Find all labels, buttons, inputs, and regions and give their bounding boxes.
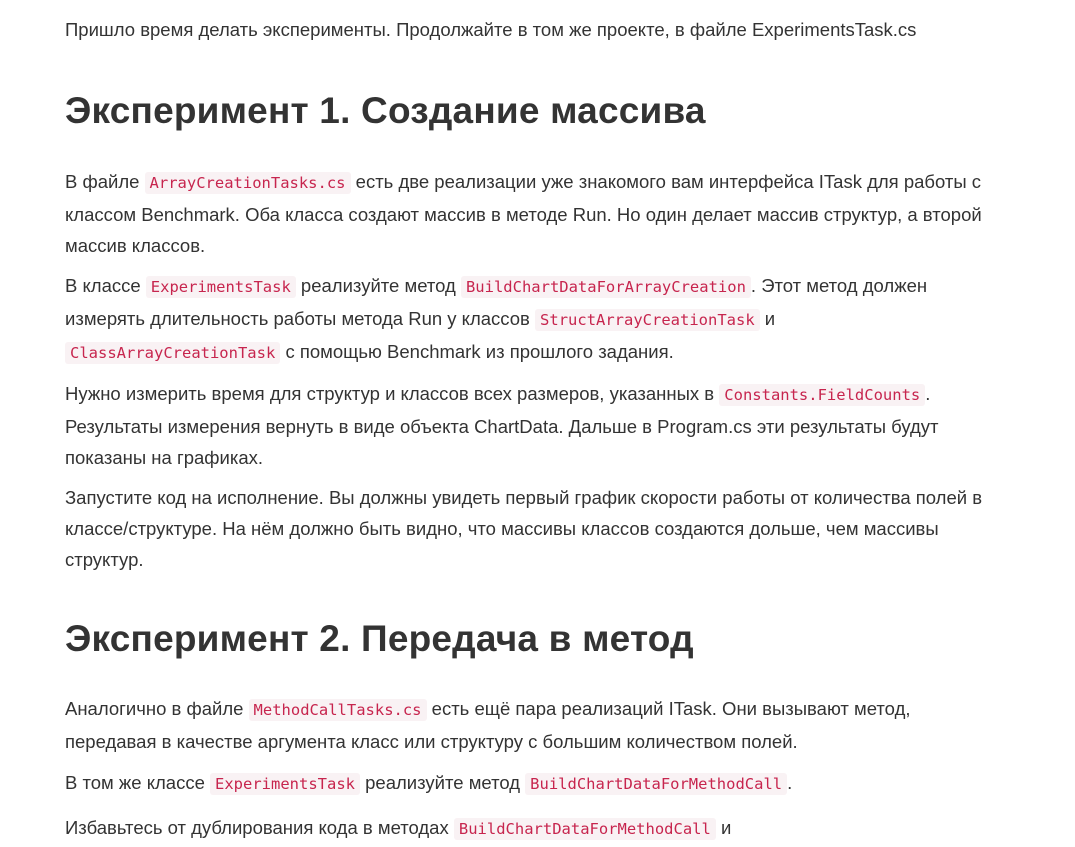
text-segment: Избавьтесь от дублирования кода в метода… <box>65 817 454 838</box>
text-segment: с помощью Benchmark из прошлого задания. <box>280 341 674 362</box>
text-segment: реализуйте метод <box>295 275 461 296</box>
experiment2-heading: Эксперимент 2. Передача в метод <box>65 618 694 659</box>
text-segment: Аналогично в файле <box>65 698 249 719</box>
experiment1-heading: Эксперимент 1. Создание массива <box>65 90 706 131</box>
text-segment: В файле <box>65 171 145 192</box>
inline-code-class: ExperimentsTask <box>145 276 296 298</box>
experiment1-paragraph-2: В классе ExperimentsTask реализуйте мето… <box>65 270 995 369</box>
text-segment: Запустите код на исполнение. Вы должны у… <box>65 487 983 570</box>
inline-code-method: BuildChartDataForArrayCreation <box>460 276 751 298</box>
inline-code-class: ExperimentsTask <box>210 773 360 795</box>
experiment1-paragraph-4: Запустите код на исполнение. Вы должны у… <box>65 482 995 575</box>
text-segment: реализуйте метод <box>360 772 526 793</box>
text-segment: и <box>715 817 732 838</box>
inline-code-method: BuildChartDataForMethodCall <box>453 818 716 840</box>
experiment2-paragraph-1: Аналогично в файле MethodCallTasks.cs ес… <box>65 693 995 757</box>
inline-code-filename: MethodCallTasks.cs <box>248 699 427 721</box>
inline-code-class: ClassArrayCreationTask <box>65 342 281 364</box>
inline-code-class: StructArrayCreationTask <box>535 309 760 331</box>
experiment1-paragraph-1: В файле ArrayCreationTasks.cs есть две р… <box>65 166 995 261</box>
experiment2-paragraph-3: Избавьтесь от дублирования кода в метода… <box>65 812 731 845</box>
experiment2-paragraph-2: В том же классе ExperimentsTask реализуй… <box>65 767 792 800</box>
text-segment: Нужно измерить время для структур и клас… <box>65 383 720 404</box>
intro-paragraph: Пришло время делать эксперименты. Продол… <box>65 14 916 45</box>
text-segment: В классе <box>65 275 146 296</box>
text-segment: В том же классе <box>65 772 211 793</box>
experiment1-paragraph-3: Нужно измерить время для структур и клас… <box>65 378 995 473</box>
intro-text: Пришло время делать эксперименты. Продол… <box>65 19 917 40</box>
text-segment: . <box>787 772 793 793</box>
inline-code-filename: ArrayCreationTasks.cs <box>144 172 351 194</box>
inline-code-method: BuildChartDataForMethodCall <box>525 773 788 795</box>
text-segment: и <box>759 308 776 329</box>
inline-code-constant: Constants.FieldCounts <box>719 384 926 406</box>
